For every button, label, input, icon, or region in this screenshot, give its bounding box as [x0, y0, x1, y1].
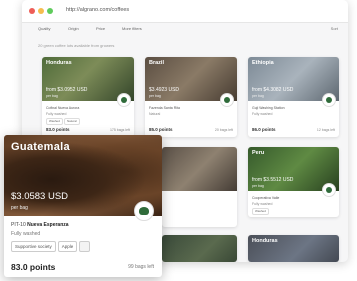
card-price: from $3.5512 USD: [252, 177, 294, 183]
card-per-bag: per bag: [149, 94, 161, 98]
coffee-card[interactable]: Peru from $3.5512 USD per bag Cooperativ…: [248, 147, 339, 217]
card-points: 83.0 points: [46, 127, 70, 132]
card-process: Fully washed: [252, 112, 273, 116]
featured-process: Fully washed: [11, 231, 41, 237]
coffee-photo: [162, 235, 237, 262]
card-process: Fully washed: [46, 112, 67, 116]
filter-origin[interactable]: Origin: [68, 26, 79, 31]
card-points: 85.0 points: [149, 127, 173, 132]
filter-price[interactable]: Price: [96, 26, 105, 31]
address-bar[interactable]: http://algrano.com/coffees: [66, 5, 129, 16]
tag-chip[interactable]: Supportive society: [11, 241, 56, 252]
results-count: 20 green coffee lots available from grow…: [38, 43, 115, 48]
featured-per-bag: per bag: [11, 205, 28, 211]
featured-farm: PIT-10 Nueva Esperanza: [11, 222, 69, 228]
certification-badge-icon: [220, 93, 234, 107]
card-bags-left: 12 bags left: [316, 128, 335, 132]
featured-coffee-card[interactable]: Guatemala $3.0583 USD per bag PIT-10 Nue…: [4, 135, 162, 277]
card-farm: Fazenda Santa Rita: [149, 106, 180, 110]
card-per-bag: per bag: [252, 184, 264, 188]
certification-badge-icon: [322, 183, 336, 197]
certification-badge-icon: [322, 93, 336, 107]
featured-bags-left: 99 bags left: [128, 264, 154, 270]
card-country: Brazil: [149, 60, 164, 66]
card-process: Natural: [149, 112, 161, 116]
tag-chip[interactable]: Apple: [57, 241, 78, 252]
maximize-window-button[interactable]: [47, 8, 53, 14]
card-farm: Cofinal Nueva Aurora: [46, 106, 80, 110]
filter-bar: Quality Origin Price More filters Sort: [38, 26, 338, 36]
card-bags-left: 175 bags left: [109, 128, 130, 132]
card-per-bag: per bag: [252, 94, 264, 98]
card-country: Honduras: [46, 60, 72, 66]
card-country: Honduras: [252, 238, 278, 244]
filter-quality[interactable]: Quality: [38, 26, 50, 31]
card-tag[interactable]: Washed: [46, 118, 63, 125]
featured-country: Guatemala: [11, 141, 70, 153]
card-price: from $3.0952 USD: [46, 87, 88, 93]
card-farm: Cooperativa Valle: [252, 196, 280, 200]
card-country: Peru: [252, 150, 265, 156]
card-tag[interactable]: Natural: [64, 118, 80, 125]
farm-name: Nueva Esperanza: [27, 222, 69, 228]
certification-badge-icon: [117, 93, 131, 107]
card-price: $3.4923 USD: [149, 87, 180, 93]
coffee-card[interactable]: [162, 147, 237, 227]
featured-points: 83.0 points: [11, 262, 56, 272]
card-bags-left: 20 bags left: [214, 128, 233, 132]
card-country: Ethiopia: [252, 60, 274, 66]
close-window-button[interactable]: [29, 8, 35, 14]
coffee-card[interactable]: [162, 235, 237, 262]
coffee-card[interactable]: Honduras: [248, 235, 339, 262]
card-price: from $4.3082 USD: [252, 87, 294, 93]
more-tags-button[interactable]: [79, 241, 91, 252]
featured-tags: Supportive society Apple: [11, 241, 91, 252]
farm-id: PIT-10: [11, 222, 26, 228]
card-process: Fully washed: [252, 202, 273, 206]
coffee-card[interactable]: Honduras from $3.0952 USD per bag Cofina…: [42, 57, 134, 137]
filter-more[interactable]: More filters: [122, 26, 142, 31]
card-tag[interactable]: Washed: [252, 208, 269, 215]
coffee-card[interactable]: Brazil $3.4923 USD per bag Fazenda Santa…: [145, 57, 237, 137]
minimize-window-button[interactable]: [38, 8, 44, 14]
coffee-card[interactable]: Ethiopia from $4.3082 USD per bag Guji W…: [248, 57, 339, 137]
card-per-bag: per bag: [46, 94, 58, 98]
card-points: 86.0 points: [252, 127, 276, 132]
browser-titlebar: http://algrano.com/coffees: [22, 0, 348, 23]
certification-badge-icon: [134, 201, 154, 221]
coffee-photo: [162, 147, 237, 191]
card-farm: Guji Washing Station: [252, 106, 285, 110]
featured-price: $3.0583 USD: [11, 191, 69, 202]
sort-dropdown[interactable]: Sort: [331, 26, 338, 31]
